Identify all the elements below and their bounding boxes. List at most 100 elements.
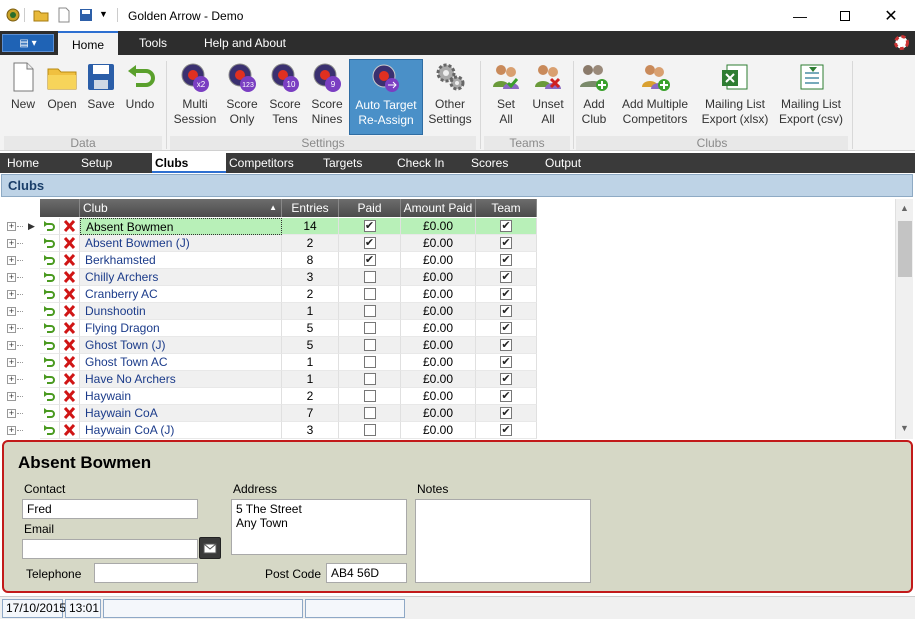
table-row[interactable]: + Haywain CoA (J) 3 £0.00 ✔ — [0, 422, 537, 439]
expand-row-icon[interactable]: + — [7, 273, 16, 282]
expand-row-icon[interactable]: + — [7, 341, 16, 350]
mailing-list-csv-button[interactable]: Mailing List Export (csv) — [776, 59, 846, 135]
edit-row-icon[interactable] — [40, 252, 60, 269]
edit-row-icon[interactable] — [40, 405, 60, 422]
edit-row-icon[interactable] — [40, 354, 60, 371]
paid-checkbox[interactable] — [363, 407, 376, 419]
address-field[interactable]: 5 The Street Any Town — [231, 499, 407, 555]
delete-row-icon[interactable] — [60, 269, 80, 286]
email-field[interactable] — [22, 539, 198, 559]
nav-clubs[interactable]: Clubs — [152, 153, 226, 173]
postcode-field[interactable]: AB4 56D — [326, 563, 407, 583]
expand-row-icon[interactable]: + — [7, 290, 16, 299]
expand-row-icon[interactable]: + — [7, 375, 16, 384]
scroll-down-icon[interactable]: ▼ — [900, 423, 909, 433]
club-name-cell[interactable]: Haywain CoA — [80, 405, 282, 422]
edit-row-icon[interactable] — [40, 371, 60, 388]
expand-row-icon[interactable]: + — [7, 324, 16, 333]
team-checkbox[interactable]: ✔ — [500, 288, 512, 300]
expand-row-icon[interactable]: + — [7, 426, 16, 435]
column-header-team[interactable]: Team — [476, 199, 537, 217]
table-row[interactable]: + Absent Bowmen (J) 2 ✔ £0.00 ✔ — [0, 235, 537, 252]
paid-checkbox[interactable] — [363, 305, 376, 317]
tab-tools[interactable]: Tools — [128, 31, 178, 55]
nav-check-in[interactable]: Check In — [397, 153, 444, 173]
column-header-amount-paid[interactable]: Amount Paid — [401, 199, 476, 217]
close-button[interactable]: ✕ — [868, 0, 914, 31]
table-row[interactable]: + Flying Dragon 5 £0.00 ✔ — [0, 320, 537, 337]
paid-checkbox[interactable] — [363, 339, 376, 351]
club-name-cell[interactable]: Absent Bowmen — [80, 218, 282, 235]
delete-row-icon[interactable] — [60, 388, 80, 405]
table-row[interactable]: + Haywain CoA 7 £0.00 ✔ — [0, 405, 537, 422]
table-row[interactable]: + Ghost Town (J) 5 £0.00 ✔ — [0, 337, 537, 354]
paid-checkbox[interactable] — [363, 271, 376, 283]
undo-button[interactable]: Undo — [122, 59, 158, 135]
other-settings-button[interactable]: Other Settings — [426, 59, 474, 135]
notes-field[interactable] — [415, 499, 591, 583]
nav-targets[interactable]: Targets — [323, 153, 362, 173]
unset-all-teams-button[interactable]: Unset All — [528, 59, 568, 135]
team-checkbox[interactable]: ✔ — [500, 271, 512, 283]
edit-row-icon[interactable] — [40, 235, 60, 252]
paid-checkbox[interactable] — [363, 390, 376, 402]
send-email-button[interactable] — [199, 537, 221, 559]
table-row[interactable]: + Cranberry AC 2 £0.00 ✔ — [0, 286, 537, 303]
team-checkbox[interactable]: ✔ — [500, 254, 512, 266]
paid-checkbox[interactable] — [363, 424, 376, 436]
open-folder-icon[interactable] — [33, 7, 49, 23]
tab-home[interactable]: Home — [58, 31, 118, 55]
edit-row-icon[interactable] — [40, 218, 60, 235]
edit-row-icon[interactable] — [40, 303, 60, 320]
edit-row-icon[interactable] — [40, 388, 60, 405]
expand-row-icon[interactable]: + — [7, 307, 16, 316]
team-checkbox[interactable]: ✔ — [500, 424, 512, 436]
team-checkbox[interactable]: ✔ — [500, 305, 512, 317]
paid-checkbox[interactable]: ✔ — [363, 254, 376, 266]
club-name-cell[interactable]: Have No Archers — [80, 371, 282, 388]
team-checkbox[interactable]: ✔ — [500, 407, 512, 419]
paid-checkbox[interactable] — [363, 288, 376, 300]
scroll-up-icon[interactable]: ▲ — [900, 203, 909, 213]
save-icon[interactable] — [78, 7, 94, 23]
paid-checkbox[interactable] — [363, 356, 376, 368]
delete-row-icon[interactable] — [60, 286, 80, 303]
club-name-cell[interactable]: Haywain CoA (J) — [80, 422, 282, 439]
expand-row-icon[interactable]: + — [7, 239, 16, 248]
minimize-button[interactable]: — — [777, 0, 823, 31]
score-tens-button[interactable]: 10 Score Tens — [266, 59, 304, 135]
delete-row-icon[interactable] — [60, 320, 80, 337]
contact-field[interactable]: Fred — [22, 499, 198, 519]
team-checkbox[interactable]: ✔ — [500, 356, 512, 368]
nav-scores[interactable]: Scores — [471, 153, 508, 173]
delete-row-icon[interactable] — [60, 218, 80, 235]
delete-row-icon[interactable] — [60, 303, 80, 320]
paid-checkbox[interactable] — [363, 322, 376, 334]
delete-row-icon[interactable] — [60, 235, 80, 252]
table-row[interactable]: + Dunshootin 1 £0.00 ✔ — [0, 303, 537, 320]
club-name-cell[interactable]: Haywain — [80, 388, 282, 405]
auto-target-reassign-button[interactable]: Auto Target Re-Assign — [349, 59, 423, 135]
paid-checkbox[interactable]: ✔ — [363, 237, 376, 249]
team-checkbox[interactable]: ✔ — [500, 220, 512, 232]
column-header-paid[interactable]: Paid — [339, 199, 401, 217]
application-menu-button[interactable]: ▤ ▾ — [2, 34, 54, 52]
grid-scrollbar[interactable]: ▲ ▼ — [895, 199, 913, 439]
nav-competitors[interactable]: Competitors — [229, 153, 294, 173]
edit-row-icon[interactable] — [40, 286, 60, 303]
open-button[interactable]: Open — [44, 59, 80, 135]
expand-row-icon[interactable]: + — [7, 392, 16, 401]
table-row[interactable]: + ▶ Absent Bowmen 14 ✔ £0.00 ✔ — [0, 218, 537, 235]
edit-row-icon[interactable] — [40, 269, 60, 286]
delete-row-icon[interactable] — [60, 422, 80, 439]
column-header-entries[interactable]: Entries — [282, 199, 339, 217]
tab-help-about[interactable]: Help and About — [193, 31, 297, 55]
customize-dropdown-icon[interactable]: ▼ — [99, 9, 115, 25]
club-name-cell[interactable]: Cranberry AC — [80, 286, 282, 303]
table-row[interactable]: + Ghost Town AC 1 £0.00 ✔ — [0, 354, 537, 371]
score-only-button[interactable]: 123 Score Only — [222, 59, 262, 135]
help-lifebuoy-icon[interactable] — [894, 35, 909, 50]
expand-row-icon[interactable]: + — [7, 256, 16, 265]
club-name-cell[interactable]: Ghost Town (J) — [80, 337, 282, 354]
team-checkbox[interactable]: ✔ — [500, 373, 512, 385]
